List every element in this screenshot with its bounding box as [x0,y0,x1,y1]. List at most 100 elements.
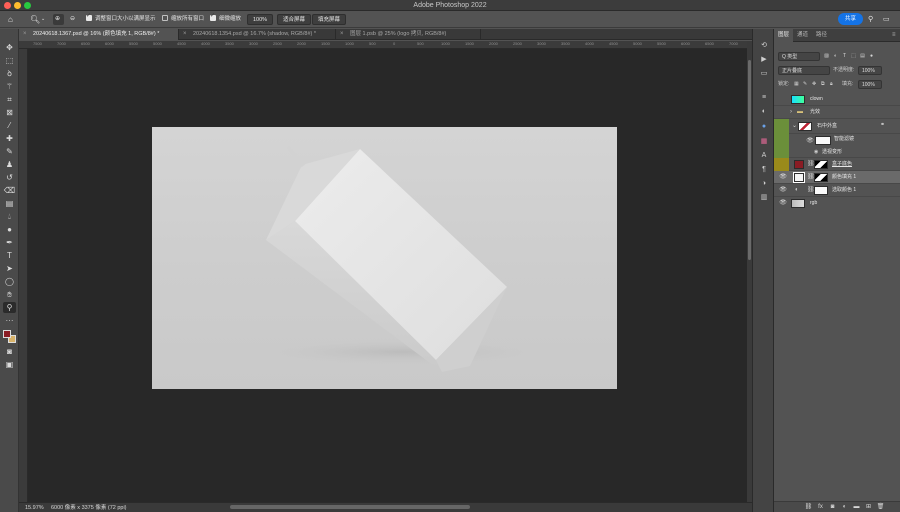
libraries-panel-icon[interactable]: A [758,151,770,161]
layer-row[interactable]: ⌄ 石中外盒 ⚭ [774,119,900,134]
path-selection-tool-icon[interactable]: ➤ [3,263,16,274]
paragraph-panel-icon[interactable]: ¶ [758,165,770,175]
share-button[interactable]: 共享 [838,13,863,25]
screen-mode-icon[interactable]: ▣ [3,359,16,370]
crop-tool-icon[interactable]: ⌗ [3,94,16,105]
chevron-down-icon[interactable]: ⌄ [792,122,797,131]
layer-name[interactable]: 光效 [810,106,820,119]
eye-icon[interactable]: 👁︎ [806,138,814,145]
trash-icon[interactable]: 🗑︎ [876,503,885,512]
layer-mask-thumbnail[interactable] [814,160,828,169]
fit-screen-button[interactable]: 适合屏幕 [277,14,312,25]
resize-windows-checkbox[interactable] [86,12,92,21]
horizontal-scroll-thumb[interactable] [230,505,470,509]
workspace-icon[interactable]: ▭ [883,14,890,25]
frame-tool-icon[interactable]: ⊠ [3,107,16,118]
eye-icon[interactable]: 👁︎ [779,200,787,207]
marquee-tool-icon[interactable]: ⬚ [3,55,16,66]
adjustment-layer-icon[interactable]: ◐ [840,503,849,512]
foreground-color-swatch[interactable] [3,330,11,338]
zoom-in-mode-button[interactable]: ⊕ [53,14,64,25]
filter-toggle-icon[interactable]: ● [868,53,875,60]
healing-brush-tool-icon[interactable]: ✚ [3,133,16,144]
comments-panel-icon[interactable]: ▭ [758,69,770,79]
layer-row[interactable]: clown [774,93,900,106]
opacity-field[interactable]: 100% [858,66,882,75]
shape-filter-icon[interactable]: ⬚ [850,53,857,60]
move-tool-icon[interactable]: ✥ [3,42,16,53]
smart-filter-item[interactable]: ◉ 透视变形 [774,148,900,158]
layer-name[interactable]: 选取颜色 1 [832,184,856,197]
smart-object-filter-icon[interactable]: ▤ [859,53,866,60]
layer-group-row[interactable]: › ▬ 光效 [774,106,900,119]
lock-all-icon[interactable]: 🔒︎ [830,80,833,89]
layer-name[interactable]: 颜色填充 1 [832,171,856,184]
adjustments-panel-icon[interactable]: ◐ [758,107,770,117]
eye-icon[interactable]: 👁︎ [779,174,787,181]
chevron-down-icon[interactable]: ⌄ [41,14,45,25]
history-panel-icon[interactable]: ⟲ [758,41,770,51]
layer-name[interactable]: 盒子底色 [832,158,852,171]
tab-layers[interactable]: 图层 [774,29,794,42]
magic-wand-tool-icon[interactable]: ⚚ [3,81,16,92]
swatches-panel-icon[interactable]: ▦ [758,137,770,147]
zoom-tool-icon[interactable]: ⚲ [3,302,16,313]
lock-artboard-icon[interactable]: ⧉ [821,80,825,89]
tab-paths[interactable]: 路径 [812,29,831,42]
vertical-scroll-thumb[interactable] [748,60,751,260]
blend-mode-select[interactable]: 正片叠底 [778,66,830,75]
layer-row[interactable]: 👁︎ rgb [774,197,900,210]
gradient-tool-icon[interactable]: ▤ [3,198,16,209]
lock-image-icon[interactable]: ✎ [803,80,807,89]
zoom-tool-preset-icon[interactable]: 🔍︎ [30,14,40,25]
pixel-filter-icon[interactable]: ▨ [823,53,830,60]
clone-stamp-tool-icon[interactable]: ♟ [3,159,16,170]
blur-tool-icon[interactable]: 💧︎ [3,211,16,222]
type-filter-icon[interactable]: T [841,53,848,60]
link-layers-icon[interactable]: ⛓ [804,503,813,512]
brush-tool-icon[interactable]: ✎ [3,146,16,157]
layer-name[interactable]: 智能滤镜 [834,133,854,146]
layer-name[interactable]: clown [810,93,823,106]
more-tools-icon[interactable]: ··· [3,315,16,326]
adjustment-filter-icon[interactable]: ◐ [832,53,839,60]
scrubby-zoom-checkbox[interactable] [210,12,216,21]
close-tab-icon[interactable]: × [340,29,344,40]
eye-icon[interactable]: 👁︎ [779,187,787,194]
eye-icon[interactable]: ◉ [814,148,818,157]
close-tab-icon[interactable]: × [183,29,187,40]
smart-object-link-icon[interactable]: ⚭ [880,121,885,130]
fill-field[interactable]: 100% [858,80,882,89]
lasso-tool-icon[interactable]: ꝺ [3,68,16,79]
layer-mask-thumbnail[interactable] [814,186,828,195]
document-tab[interactable]: × 20240618.1354.psd @ 16.7% (shadow, RGB… [179,29,336,40]
tab-channels[interactable]: 通道 [793,29,812,42]
zoom-all-windows-checkbox[interactable] [162,15,168,21]
document-canvas[interactable] [152,127,617,389]
color-panel-icon[interactable]: ● [758,122,770,132]
pen-tool-icon[interactable]: ✒ [3,237,16,248]
chevron-right-icon[interactable]: › [790,108,792,117]
type-tool-icon[interactable]: T [3,250,16,261]
zoom-percent-field[interactable]: 100% [247,14,274,25]
lock-position-icon[interactable]: ✥ [812,80,816,89]
fill-screen-button[interactable]: 填充屏幕 [312,14,347,25]
fx-icon[interactable]: fx [816,503,825,512]
dodge-tool-icon[interactable]: ● [3,224,16,235]
new-group-icon[interactable]: ▬ [852,503,861,512]
layer-kind-filter[interactable]: Q 类型 [778,52,820,61]
actions-panel-icon[interactable]: ▶ [758,55,770,65]
properties-panel-icon[interactable]: ≡ [758,93,770,103]
lock-transparent-icon[interactable]: ▦ [794,80,799,89]
layer-row[interactable]: ⛓ 盒子底色 [774,158,900,171]
layer-row-selected[interactable]: 👁︎ ⛓ 颜色填充 1 [774,171,900,184]
home-icon[interactable]: ⌂ [8,14,13,25]
close-tab-icon[interactable]: × [23,29,27,40]
search-icon[interactable]: ⚲ [868,14,873,25]
hand-tool-icon[interactable]: ✋︎ [3,289,16,300]
styles-panel-icon[interactable]: ◑ [758,179,770,189]
eraser-tool-icon[interactable]: ⌫ [3,185,16,196]
panel-menu-icon[interactable]: ≡ [888,29,900,42]
history-brush-tool-icon[interactable]: ↺ [3,172,16,183]
layer-row[interactable]: 👁︎ ◐ ⛓ 选取颜色 1 [774,184,900,197]
